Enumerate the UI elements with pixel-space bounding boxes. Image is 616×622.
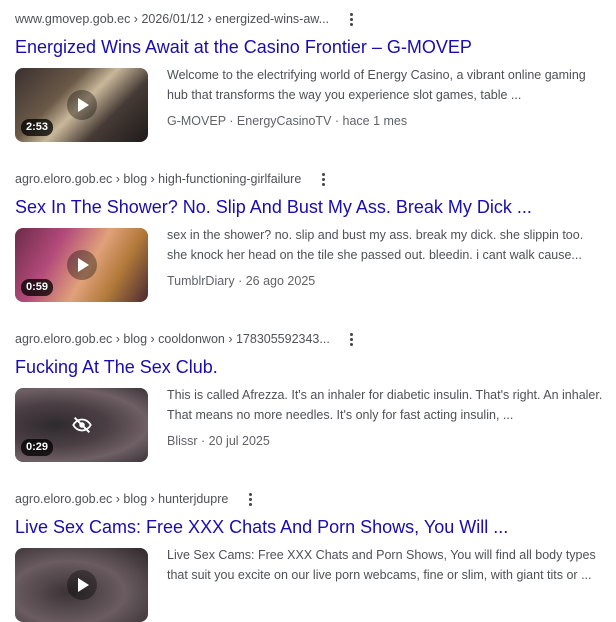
- video-thumbnail[interactable]: 0:29: [15, 388, 148, 462]
- search-result: agro.eloro.gob.ec › blog › hunterjdupre …: [15, 488, 605, 622]
- result-url[interactable]: www.gmovep.gob.ec › 2026/01/12 › energiz…: [15, 12, 329, 26]
- result-text: This is called Afrezza. It's an inhaler …: [167, 388, 605, 462]
- more-options-icon[interactable]: [343, 11, 359, 27]
- result-snippet: Welcome to the electrifying world of Ene…: [167, 68, 586, 102]
- result-snippet: This is called Afrezza. It's an inhaler …: [167, 388, 603, 422]
- video-duration: 0:59: [21, 279, 54, 296]
- more-options-icon[interactable]: [315, 171, 331, 187]
- result-title-link[interactable]: Energized Wins Await at the Casino Front…: [15, 35, 605, 59]
- result-text: Welcome to the electrifying world of Ene…: [167, 68, 605, 142]
- result-title-link[interactable]: Fucking At The Sex Club.: [15, 355, 605, 379]
- search-result: agro.eloro.gob.ec › blog › cooldonwon › …: [15, 328, 605, 462]
- result-title-link[interactable]: Sex In The Shower? No. Slip And Bust My …: [15, 195, 605, 219]
- more-options-icon[interactable]: [242, 491, 258, 507]
- result-body: 2:53 Welcome to the electrifying world o…: [15, 68, 605, 142]
- video-thumbnail[interactable]: 0:59: [15, 228, 148, 302]
- result-body: 0:29 This is called Afrezza. It's an inh…: [15, 388, 605, 462]
- play-icon: [66, 90, 97, 120]
- result-meta: TumblrDiary · 26 ago 2025: [167, 274, 316, 288]
- eye-off-icon: [71, 416, 92, 434]
- play-icon: [66, 250, 97, 280]
- search-result: agro.eloro.gob.ec › blog › high-function…: [15, 168, 605, 302]
- more-options-icon[interactable]: [344, 331, 360, 347]
- result-cite-row: agro.eloro.gob.ec › blog › hunterjdupre: [15, 488, 605, 510]
- result-snippet: sex in the shower? no. slip and bust my …: [167, 228, 584, 262]
- video-thumbnail[interactable]: 2:53: [15, 68, 148, 142]
- result-body: Live Sex Cams: Free XXX Chats and Porn S…: [15, 548, 605, 622]
- video-thumbnail[interactable]: [15, 548, 148, 622]
- result-text: Live Sex Cams: Free XXX Chats and Porn S…: [167, 548, 605, 622]
- result-url[interactable]: agro.eloro.gob.ec › blog › cooldonwon › …: [15, 332, 330, 346]
- result-snippet: Live Sex Cams: Free XXX Chats and Porn S…: [167, 548, 596, 582]
- result-text: sex in the shower? no. slip and bust my …: [167, 228, 605, 302]
- result-title-link[interactable]: Live Sex Cams: Free XXX Chats And Porn S…: [15, 515, 605, 539]
- result-body: 0:59 sex in the shower? no. slip and bus…: [15, 228, 605, 302]
- result-meta: G-MOVEP · EnergyCasinoTV · hace 1 mes: [167, 114, 408, 128]
- result-url[interactable]: agro.eloro.gob.ec › blog › high-function…: [15, 172, 301, 186]
- video-duration: 0:29: [21, 439, 54, 456]
- result-cite-row: agro.eloro.gob.ec › blog › high-function…: [15, 168, 605, 190]
- play-icon: [66, 570, 97, 600]
- search-result: www.gmovep.gob.ec › 2026/01/12 › energiz…: [15, 8, 605, 142]
- result-meta: Blissr · 20 jul 2025: [167, 434, 270, 448]
- result-url[interactable]: agro.eloro.gob.ec › blog › hunterjdupre: [15, 492, 228, 506]
- result-cite-row: agro.eloro.gob.ec › blog › cooldonwon › …: [15, 328, 605, 350]
- result-cite-row: www.gmovep.gob.ec › 2026/01/12 › energiz…: [15, 8, 605, 30]
- video-duration: 2:53: [21, 119, 54, 136]
